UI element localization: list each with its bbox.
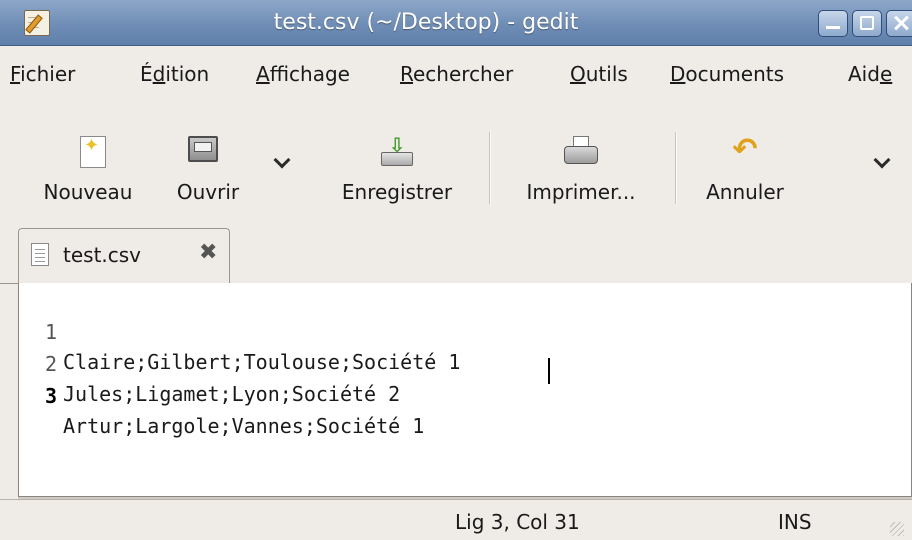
window-title: test.csv (~/Desktop) - gedit — [273, 10, 579, 35]
menu-edition[interactable]: Édition — [140, 62, 209, 86]
tab-label: test.csv — [63, 243, 142, 267]
open-folder-icon — [188, 136, 218, 162]
line-text[interactable]: Claire;Gilbert;Toulouse;Société 1 — [63, 347, 460, 377]
menu-bar: Fichier Édition Affichage Rechercher Out… — [0, 46, 912, 108]
title-bar[interactable]: test.csv (~/Desktop) - gedit — [0, 0, 912, 46]
undo-icon: ↶ — [732, 132, 758, 167]
toolbar: ✦ Nouveau Ouvrir ⇩ Enregistrer Imprimer.… — [0, 108, 912, 220]
minimize-icon — [826, 16, 840, 30]
new-document-icon: ✦ — [80, 136, 106, 168]
menu-affichage[interactable]: Affichage — [256, 62, 350, 86]
editor-line[interactable]: 2 Jules;Ligamet;Lyon;Société 2 — [19, 319, 400, 406]
text-document-icon — [31, 243, 49, 266]
save-icon: ⇩ — [381, 135, 413, 168]
current-line-number: 3 — [44, 384, 57, 408]
open-button-label: Ouvrir — [176, 180, 240, 204]
minimize-button[interactable] — [818, 10, 848, 37]
text-cursor — [548, 358, 550, 384]
printer-icon — [564, 136, 598, 168]
more-tools-chevron-down-icon[interactable] — [873, 151, 891, 169]
menu-rechercher[interactable]: Rechercher — [400, 62, 513, 86]
maximize-icon — [860, 16, 874, 30]
insert-mode-indicator[interactable]: INS — [778, 510, 812, 534]
tab-test-csv[interactable]: test.csv ✖ — [18, 228, 230, 285]
save-button-label: Enregistrer — [341, 180, 453, 204]
print-button-label: Imprimer... — [526, 180, 636, 204]
open-recent-chevron-down-icon[interactable] — [273, 151, 291, 169]
undo-button-label: Annuler — [706, 180, 784, 204]
menu-fichier[interactable]: Fichier — [10, 62, 75, 86]
resize-grip-icon[interactable] — [890, 522, 904, 536]
cursor-position: Lig 3, Col 31 — [455, 510, 580, 534]
toolbar-separator — [489, 132, 491, 204]
line-text[interactable]: Artur;Largole;Vannes;Société 1 — [63, 411, 424, 441]
menu-documents[interactable]: Documents — [670, 62, 784, 86]
menu-aide[interactable]: Aide — [848, 62, 892, 86]
text-editor[interactable]: 1 Claire;Gilbert;Toulouse;Société 1 2 Ju… — [18, 283, 912, 497]
document-tab-strip: test.csv ✖ — [0, 220, 912, 285]
new-button-label: Nouveau — [43, 180, 133, 204]
line-text[interactable]: Jules;Ligamet;Lyon;Société 2 — [63, 379, 400, 409]
menu-outils[interactable]: Outils — [570, 62, 628, 86]
editor-line[interactable]: 1 Claire;Gilbert;Toulouse;Société 1 — [19, 287, 460, 374]
close-icon — [894, 16, 908, 30]
maximize-button[interactable] — [852, 10, 882, 37]
close-tab-icon[interactable]: ✖ — [199, 240, 217, 265]
editor-line[interactable]: 3 Artur;Largole;Vannes;Société 1 — [19, 351, 424, 438]
status-bar: Lig 3, Col 31 INS — [0, 499, 912, 540]
toolbar-separator — [675, 132, 677, 204]
close-window-button[interactable] — [886, 10, 912, 37]
